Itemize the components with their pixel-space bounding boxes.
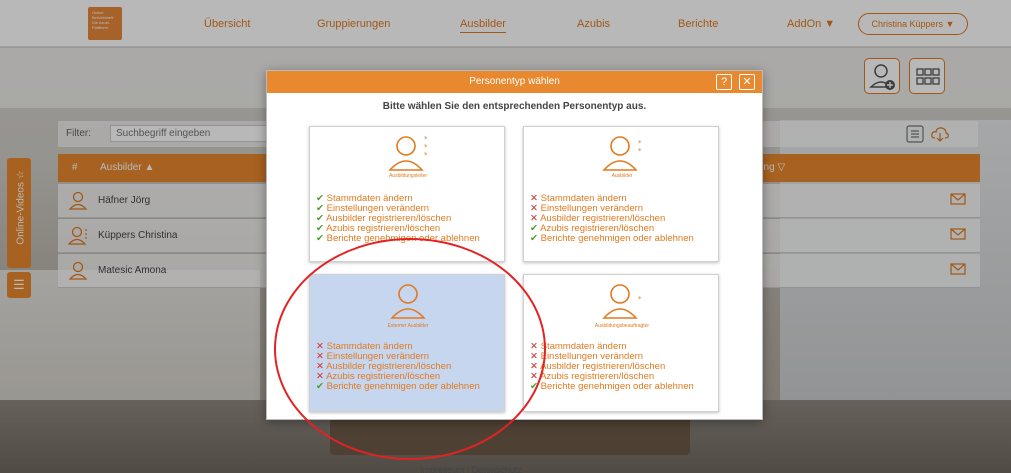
- dialog-title: Personentyp wählen: [469, 76, 560, 87]
- svg-text:*: *: [638, 295, 642, 303]
- person-admin-icon: * * *: [388, 135, 428, 171]
- card-label: Ausbilder: [611, 173, 633, 179]
- svg-text:*: *: [638, 139, 642, 147]
- svg-text:*: *: [424, 151, 428, 159]
- card-label: Ausbildungsleiter: [388, 173, 428, 179]
- close-button[interactable]: ✕: [739, 74, 755, 90]
- dialog-subtitle: Bitte wählen Sie den entsprechenden Pers…: [382, 101, 647, 112]
- person-icon: * *: [602, 136, 642, 171]
- card-ausbildungsbeauftragter[interactable]: * Ausbildungsbeauftragter ✕ Stammdaten ä…: [523, 274, 719, 412]
- permission-list: ✕ Stammdaten ändern ✕ Einstellungen verä…: [530, 194, 694, 244]
- svg-text:*: *: [638, 147, 642, 155]
- card-label: Ausbildungsbeauftragter: [594, 323, 650, 329]
- dialog-header: Personentyp wählen ? ✕: [267, 71, 762, 93]
- svg-text:*: *: [424, 143, 428, 151]
- card-ausbilder[interactable]: * * Ausbilder ✕ Stammdaten ändern ✕ Eins…: [523, 126, 719, 262]
- permission-list: ✕ Stammdaten ändern ✕ Einstellungen verä…: [530, 342, 694, 392]
- annotation-circle: [274, 238, 546, 460]
- svg-text:*: *: [424, 135, 428, 143]
- permission-item: ✔ Berichte genehmigen oder ablehnen: [530, 233, 694, 244]
- footer-links[interactable]: Impressum | Datenschutz: [420, 465, 522, 473]
- person-icon: *: [602, 284, 642, 319]
- permission-item: ✔ Berichte genehmigen oder ablehnen: [530, 381, 694, 392]
- help-button[interactable]: ?: [716, 74, 732, 90]
- permission-list: ✔ Stammdaten ändern ✔ Einstellungen verä…: [316, 194, 480, 244]
